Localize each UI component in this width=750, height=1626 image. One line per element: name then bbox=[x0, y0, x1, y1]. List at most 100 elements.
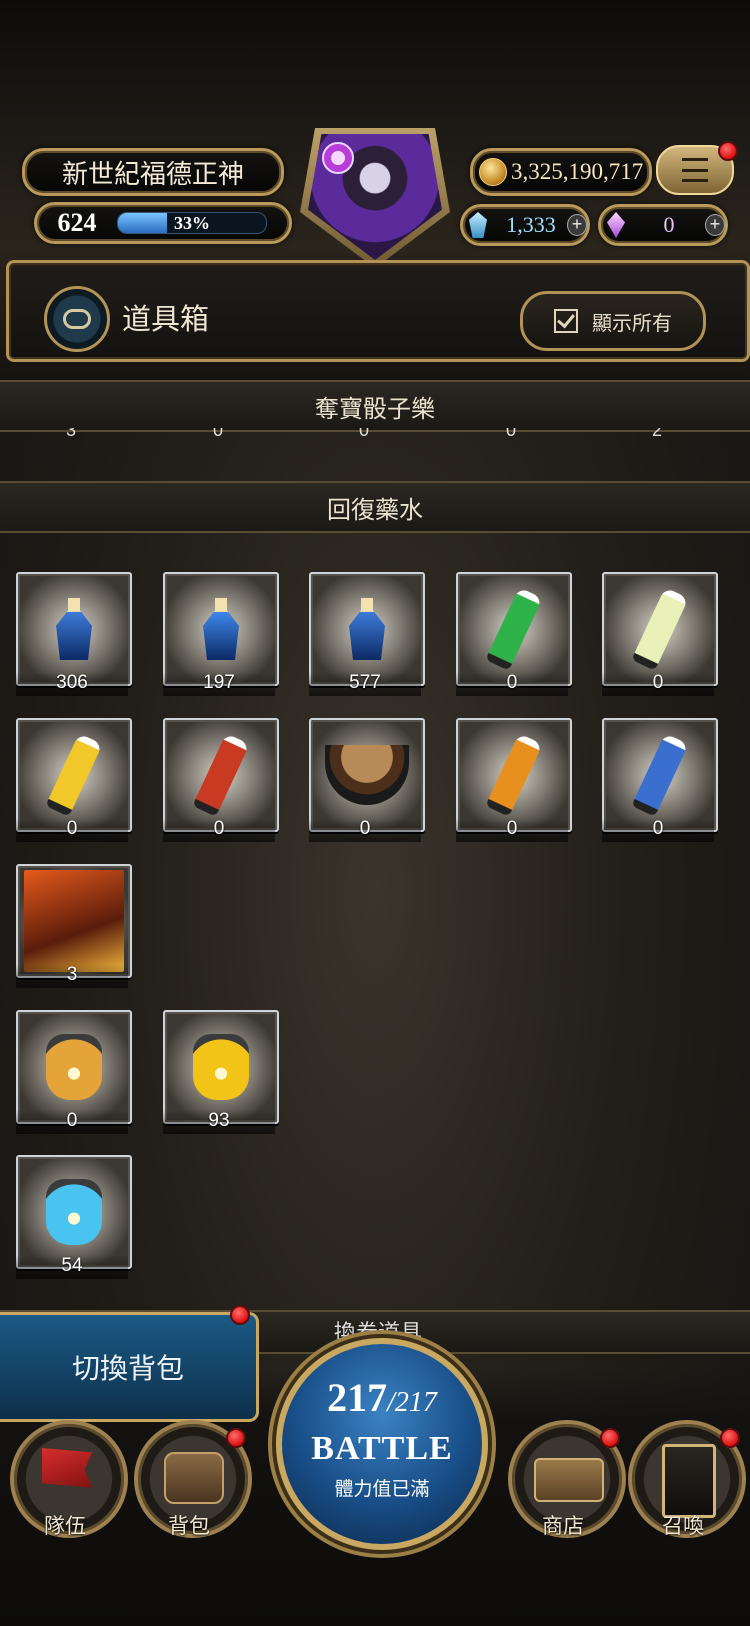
nav-summon-label: 召喚 bbox=[662, 1515, 704, 1538]
item-frame bbox=[16, 1155, 132, 1269]
green-soda-bottle-icon bbox=[485, 587, 543, 671]
inventory-item[interactable]: 0 bbox=[16, 1010, 132, 1138]
snack-bag-icon bbox=[24, 870, 124, 972]
item-frame bbox=[602, 572, 718, 686]
inventory-item[interactable]: 54 bbox=[16, 1155, 132, 1283]
checkbox-icon bbox=[554, 309, 578, 333]
notification-dot bbox=[600, 1428, 620, 1448]
purple-gem-icon bbox=[607, 212, 625, 238]
blue-gem-counter: 1,333 + bbox=[460, 204, 590, 246]
gold-coin-icon bbox=[479, 158, 507, 186]
item-frame bbox=[16, 718, 132, 832]
back-arrow-icon bbox=[63, 309, 91, 329]
item-count: 0 bbox=[456, 672, 568, 696]
item-count: 0 bbox=[505, 428, 516, 440]
inventory-item[interactable]: 0 bbox=[602, 572, 718, 700]
back-button[interactable] bbox=[44, 286, 110, 352]
inventory-item[interactable]: 0 bbox=[602, 718, 718, 846]
avatar-badge-icon bbox=[322, 142, 354, 174]
silver-amber-jar-icon bbox=[46, 1034, 102, 1100]
purple-gem-counter: 0 + bbox=[598, 204, 728, 246]
next-section-title: 換券道具 bbox=[333, 1320, 422, 1340]
item-count: 2 bbox=[651, 428, 662, 440]
item-count: 306 bbox=[16, 672, 128, 696]
show-all-toggle[interactable]: 顯示所有 bbox=[520, 291, 706, 351]
item-frame bbox=[163, 1010, 279, 1124]
oolong-tea-bottle-icon bbox=[485, 733, 543, 817]
item-count: 0 bbox=[358, 428, 369, 440]
blue-gem-icon bbox=[469, 212, 487, 238]
add-blue-gems-button[interactable]: + bbox=[567, 214, 587, 236]
bronze-potion-icon bbox=[56, 598, 92, 660]
inventory-item[interactable]: 0 bbox=[456, 572, 572, 700]
inventory-item[interactable]: 0 bbox=[16, 718, 132, 846]
blue-glow-jar-icon bbox=[46, 1179, 102, 1245]
item-count: 0 bbox=[309, 818, 421, 842]
inventory-item[interactable]: 197 bbox=[163, 572, 279, 700]
notification-dot bbox=[720, 1428, 740, 1448]
item-count: 0 bbox=[16, 818, 128, 842]
item-count: 197 bbox=[163, 672, 275, 696]
item-count: 0 bbox=[16, 1110, 128, 1134]
xp-percent-label: 33% bbox=[174, 213, 210, 233]
item-count: 0 bbox=[163, 818, 275, 842]
item-count: 0 bbox=[602, 818, 714, 842]
lemon-tea-bottle-icon bbox=[45, 733, 103, 817]
section-header-recovery: 回復藥水 bbox=[0, 481, 750, 533]
shop-sign-icon bbox=[534, 1458, 604, 1502]
inventory-item[interactable]: 577 bbox=[309, 572, 425, 700]
player-level-box: 624 33% bbox=[34, 202, 292, 244]
item-frame bbox=[163, 572, 279, 686]
inventory-item[interactable]: 0 bbox=[309, 718, 425, 846]
inventory-item[interactable]: 0 bbox=[456, 718, 572, 846]
water-bottle-icon bbox=[631, 733, 689, 817]
menu-button[interactable] bbox=[656, 141, 738, 195]
item-count: 0 bbox=[602, 672, 714, 696]
item-count: 3 bbox=[16, 964, 128, 988]
xp-bar: 33% bbox=[117, 212, 267, 234]
item-frame bbox=[16, 864, 132, 978]
battle-label: BATTLE bbox=[311, 1430, 453, 1467]
sports-drink-bottle-icon bbox=[631, 587, 689, 671]
inventory-item[interactable]: 93 bbox=[163, 1010, 279, 1138]
stamina-status: 體力值已滿 bbox=[334, 1479, 430, 1500]
item-count: 0 bbox=[456, 818, 568, 842]
switch-bag-button[interactable]: 切換背包 bbox=[0, 1305, 259, 1422]
flag-icon bbox=[42, 1448, 92, 1488]
hamburger-icon bbox=[682, 158, 708, 182]
notification-dot bbox=[718, 141, 738, 161]
item-frame bbox=[16, 572, 132, 686]
item-count: 93 bbox=[163, 1110, 275, 1134]
notification-dot bbox=[230, 1305, 250, 1325]
item-frame bbox=[309, 572, 425, 686]
golden-jar-icon bbox=[193, 1034, 249, 1100]
red-tea-bottle-icon bbox=[192, 733, 250, 817]
item-count: 54 bbox=[16, 1255, 128, 1279]
nav-team-label: 隊伍 bbox=[44, 1515, 86, 1538]
add-purple-gems-button[interactable]: + bbox=[705, 214, 725, 236]
item-count: 0 bbox=[212, 428, 223, 440]
inventory-item[interactable]: 306 bbox=[16, 572, 132, 700]
notification-dot bbox=[226, 1428, 246, 1448]
summon-card-icon bbox=[662, 1444, 716, 1518]
item-frame bbox=[456, 572, 572, 686]
battle-button[interactable]: 217/217 BATTLE 體力值已滿 bbox=[276, 1338, 488, 1550]
item-frame bbox=[456, 718, 572, 832]
player-name: 新世紀福德正神 bbox=[22, 148, 284, 196]
beef-rice-bowl-icon bbox=[325, 745, 409, 805]
gold-potion-icon bbox=[349, 598, 385, 660]
stamina-readout: 217/217 bbox=[327, 1375, 437, 1420]
inventory-item[interactable]: 3 bbox=[16, 864, 132, 992]
item-frame bbox=[163, 718, 279, 832]
silver-potion-icon bbox=[203, 598, 239, 660]
item-frame bbox=[309, 718, 425, 832]
nav-shop-label: 商店 bbox=[542, 1515, 584, 1538]
item-frame bbox=[16, 1010, 132, 1124]
item-count: 3 bbox=[65, 428, 76, 440]
backpack-icon bbox=[164, 1452, 224, 1504]
player-level: 624 bbox=[57, 208, 97, 237]
nav-bag-label: 背包 bbox=[168, 1515, 210, 1538]
inventory-item[interactable]: 0 bbox=[163, 718, 279, 846]
section-header-treasure: 奪寶骰子樂 bbox=[0, 380, 750, 432]
gold-counter: 3,325,190,717 bbox=[470, 148, 652, 196]
